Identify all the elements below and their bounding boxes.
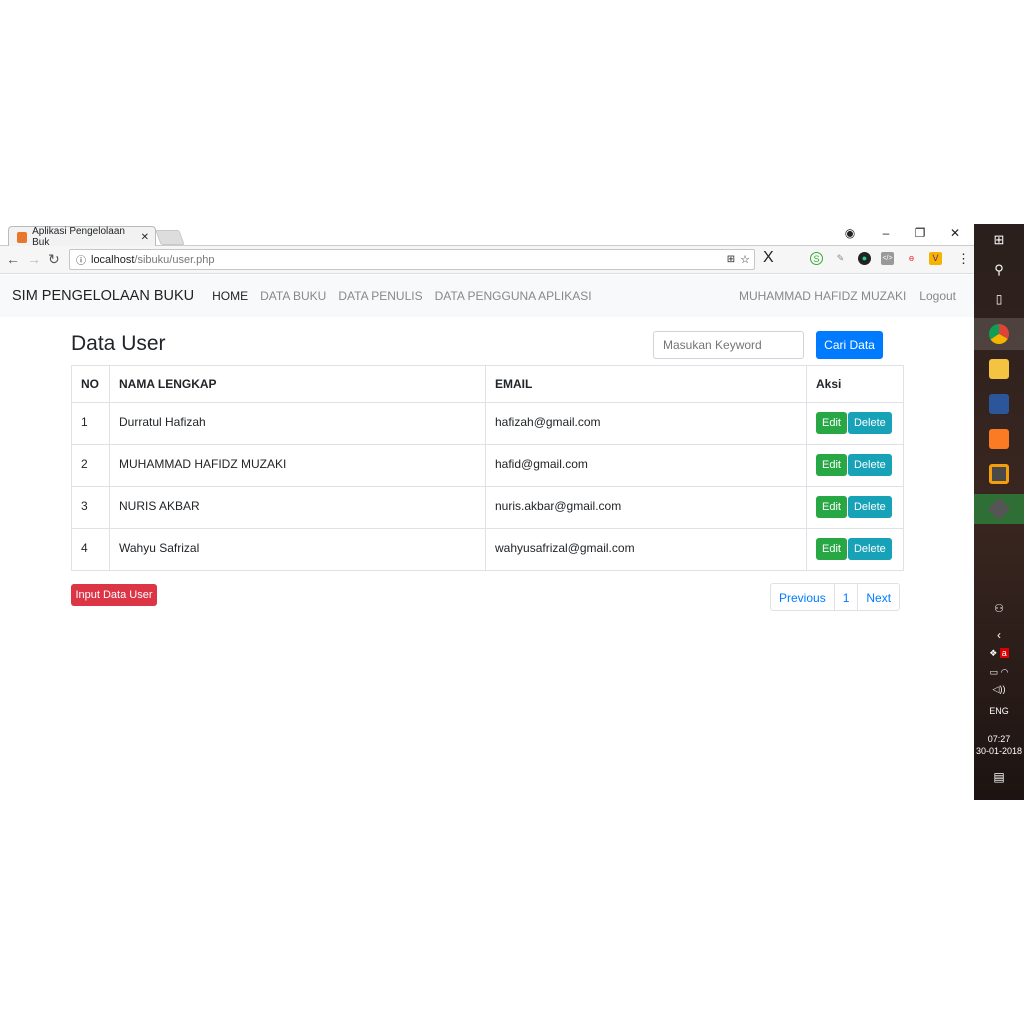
- cell-aksi: Edit Delete: [806, 528, 904, 571]
- address-bar[interactable]: ⓘ localhost/sibuku/user.php ⊞ ☆: [69, 249, 755, 270]
- forward-icon[interactable]: →: [27, 251, 41, 267]
- extension-code-icon[interactable]: </>: [881, 252, 894, 265]
- navbar-brand[interactable]: SIM PENGELOLAAN BUKU: [12, 288, 194, 304]
- pagination-previous[interactable]: Previous: [771, 584, 834, 610]
- clock-date[interactable]: 30-01-2018: [974, 746, 1024, 756]
- table-row: 1 Durratul Hafizah hafizah@gmail.com Edi…: [71, 402, 904, 445]
- cell-no: 1: [71, 402, 110, 445]
- cell-nama: Wahyu Safrizal: [109, 528, 486, 571]
- extension-dark-icon[interactable]: ●: [858, 252, 871, 265]
- cell-email: hafid@gmail.com: [485, 444, 807, 487]
- browser-tab[interactable]: Aplikasi Pengelolaan Buk ✕: [8, 226, 156, 248]
- delete-button[interactable]: Delete: [847, 454, 892, 476]
- cell-nama: MUHAMMAD HAFIDZ MUZAKI: [109, 444, 486, 487]
- col-email: EMAIL: [485, 365, 807, 403]
- notification-icon[interactable]: ▤: [974, 770, 1024, 784]
- people-icon[interactable]: ⚇: [974, 602, 1024, 615]
- cell-aksi: Edit Delete: [806, 444, 904, 487]
- search-input[interactable]: [653, 331, 804, 359]
- menu-icon[interactable]: ⋮: [957, 251, 970, 267]
- pagination: Previous 1 Next: [770, 583, 901, 611]
- clock-time[interactable]: 07:27: [974, 734, 1024, 744]
- battery-wifi-icon[interactable]: ▭ ◠: [974, 667, 1024, 678]
- tab-title: Aplikasi Pengelolaan Buk: [32, 226, 125, 248]
- sublime-icon[interactable]: [989, 464, 1009, 484]
- col-aksi: Aksi: [806, 365, 904, 403]
- user-table: NO NAMA LENGKAP EMAIL Aksi 1 Durratul Ha…: [71, 365, 904, 571]
- extension-v-icon[interactable]: V: [929, 252, 942, 265]
- nav-logout[interactable]: Logout: [919, 289, 956, 303]
- dropbox-icon[interactable]: ❖ a: [974, 648, 1024, 659]
- table-row: 3 NURIS AKBAR nuris.akbar@gmail.com Edit…: [71, 486, 904, 529]
- nav-data-buku[interactable]: DATA BUKU: [260, 289, 326, 303]
- show-hidden-icons[interactable]: ‹: [974, 628, 1024, 642]
- pagination-next[interactable]: Next: [857, 584, 899, 610]
- nav-home[interactable]: HOME: [212, 289, 248, 303]
- col-no: NO: [71, 365, 110, 403]
- table-row: 4 Wahyu Safrizal wahyusafrizal@gmail.com…: [71, 528, 904, 571]
- nav-data-penulis[interactable]: DATA PENULIS: [338, 289, 422, 303]
- cell-email: nuris.akbar@gmail.com: [485, 486, 807, 529]
- cell-email: hafizah@gmail.com: [485, 402, 807, 445]
- page-title: Data User: [71, 332, 166, 355]
- file-explorer-icon[interactable]: [989, 359, 1009, 379]
- cell-nama: Durratul Hafizah: [109, 402, 486, 445]
- cell-aksi: Edit Delete: [806, 402, 904, 445]
- delete-button[interactable]: Delete: [847, 412, 892, 434]
- volume-icon[interactable]: ◁)): [974, 684, 1024, 695]
- cell-no: 2: [71, 444, 110, 487]
- reload-icon[interactable]: ↻: [48, 251, 60, 268]
- extension-red-icon[interactable]: ɵ: [905, 252, 918, 265]
- minimize-button[interactable]: –: [876, 226, 896, 240]
- delete-button[interactable]: Delete: [847, 496, 892, 518]
- extension-s-icon[interactable]: S: [810, 252, 823, 265]
- xampp-icon[interactable]: [989, 429, 1009, 449]
- edit-button[interactable]: Edit: [816, 412, 847, 434]
- translate-icon[interactable]: ⊞: [727, 254, 735, 265]
- pagination-page-1[interactable]: 1: [833, 584, 858, 610]
- tab-strip: Aplikasi Pengelolaan Buk ✕ ◉ – ❐ ✕: [0, 224, 974, 248]
- search-button[interactable]: Cari Data: [816, 331, 883, 359]
- edit-button[interactable]: Edit: [816, 496, 847, 518]
- windows-taskbar: ⊞ ⚲ ▯ ⚇ ‹ ❖ a ▭ ◠ ◁)) ENG 07:27 30-01-20…: [974, 224, 1024, 800]
- language-indicator[interactable]: ENG: [974, 706, 1024, 716]
- x-extension-icon[interactable]: X: [763, 249, 774, 267]
- profile-icon[interactable]: ◉: [840, 226, 860, 240]
- bookmark-star-icon[interactable]: ☆: [740, 253, 750, 266]
- task-view-icon[interactable]: ▯: [974, 292, 1024, 306]
- word-icon[interactable]: [989, 394, 1009, 414]
- xampp-favicon-icon: [17, 231, 28, 243]
- navbar: SIM PENGELOLAAN BUKU HOME DATA BUKU DATA…: [0, 275, 974, 317]
- extension-pen-icon[interactable]: ✎: [834, 252, 847, 265]
- delete-button[interactable]: Delete: [847, 538, 892, 560]
- chrome-icon[interactable]: [989, 324, 1009, 344]
- edit-button[interactable]: Edit: [816, 454, 847, 476]
- browser-toolbar: ← → ↻ ⓘ localhost/sibuku/user.php ⊞ ☆ X …: [0, 246, 974, 274]
- cell-nama: NURIS AKBAR: [109, 486, 486, 529]
- url-path: /sibuku/user.php: [134, 253, 215, 266]
- search-icon[interactable]: ⚲: [974, 262, 1024, 278]
- start-icon[interactable]: ⊞: [974, 232, 1024, 248]
- back-icon[interactable]: ←: [6, 251, 20, 267]
- cell-email: wahyusafrizal@gmail.com: [485, 528, 807, 571]
- new-tab-button[interactable]: [155, 230, 185, 245]
- url-host: localhost: [91, 253, 135, 266]
- cell-aksi: Edit Delete: [806, 486, 904, 529]
- nav-data-pengguna[interactable]: DATA PENGGUNA APLIKASI: [435, 289, 592, 303]
- close-window-button[interactable]: ✕: [945, 226, 965, 240]
- close-tab-icon[interactable]: ✕: [141, 232, 149, 243]
- edit-button[interactable]: Edit: [816, 538, 847, 560]
- cell-no: 4: [71, 528, 110, 571]
- cell-no: 3: [71, 486, 110, 529]
- nav-user-name[interactable]: MUHAMMAD HAFIDZ MUZAKI: [739, 289, 906, 303]
- info-icon: ⓘ: [76, 256, 86, 267]
- col-nama: NAMA LENGKAP: [109, 365, 486, 403]
- restore-button[interactable]: ❐: [910, 226, 930, 240]
- table-row: 2 MUHAMMAD HAFIDZ MUZAKI hafid@gmail.com…: [71, 444, 904, 487]
- input-data-user-button[interactable]: Input Data User: [71, 584, 157, 606]
